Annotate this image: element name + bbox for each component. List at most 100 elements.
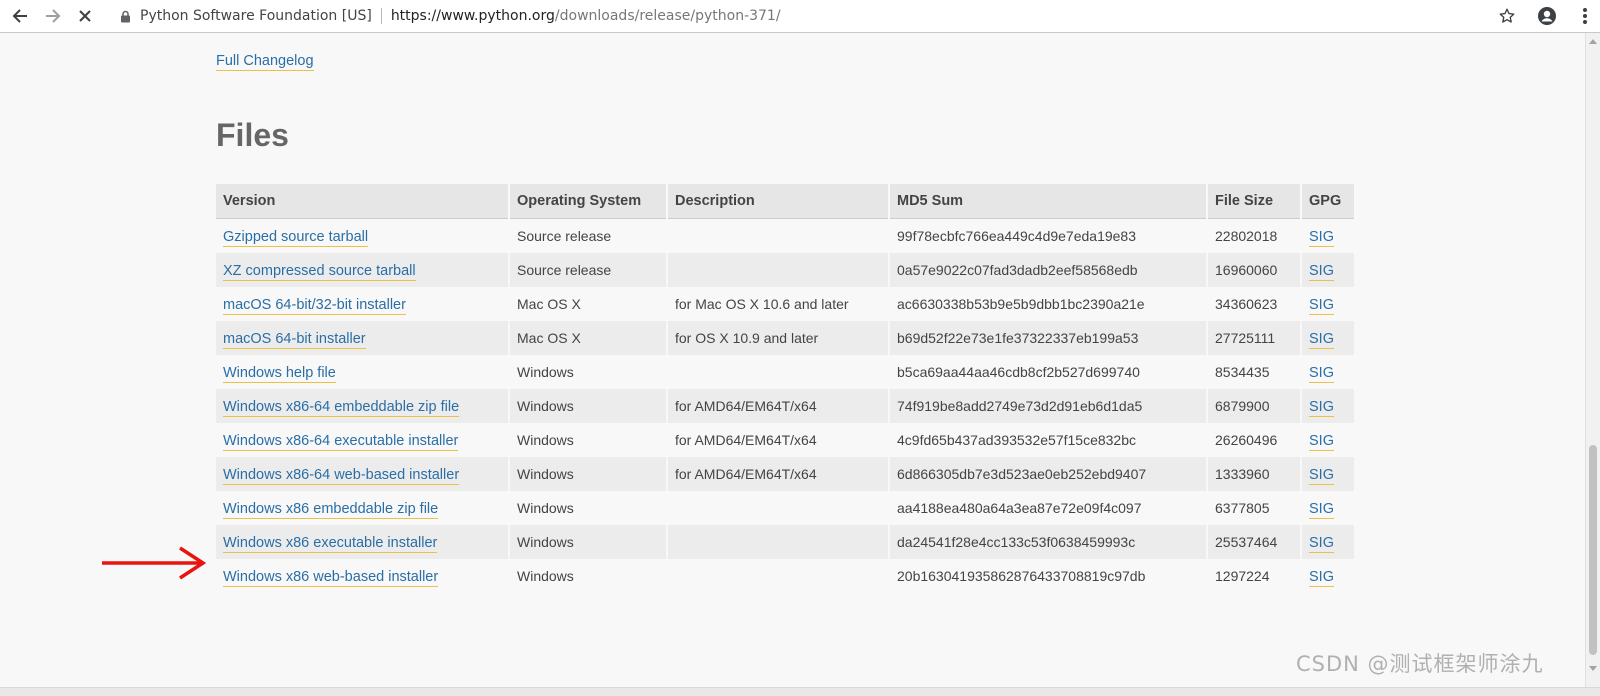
bookmark-star-button[interactable] [1496, 5, 1518, 27]
column-header-md5: MD5 Sum [890, 184, 1206, 219]
md5-cell: aa4188ea480a64a3ea87e72e09f4c097 [890, 491, 1206, 525]
description-cell [668, 525, 888, 559]
os-cell: Windows [510, 491, 666, 525]
md5-cell: b5ca69aa44aa46cdb8cf2b527d699740 [890, 355, 1206, 389]
file-size-cell: 27725111 [1208, 321, 1300, 355]
md5-cell: 0a57e9022c07fad3dadb2eef58568edb [890, 253, 1206, 287]
back-button[interactable] [9, 5, 31, 27]
gpg-sig-link[interactable]: SIG [1309, 296, 1334, 315]
os-cell: Windows [510, 389, 666, 423]
table-row: Windows x86 embeddable zip file Windows aa… [216, 491, 1354, 525]
download-link[interactable]: Windows x86-64 executable installer [223, 432, 459, 451]
url-host: https://www.python.org [390, 8, 555, 24]
os-cell: Mac OS X [510, 287, 666, 321]
description-cell [668, 491, 888, 525]
version-cell: Windows x86 web-based installer [216, 559, 508, 593]
gpg-sig-link[interactable]: SIG [1309, 568, 1334, 587]
download-link[interactable]: Windows x86-64 embeddable zip file [223, 398, 460, 417]
page-content: Full Changelog Files Version Operating S… [0, 33, 1585, 695]
version-cell: Gzipped source tarball [216, 219, 508, 253]
md5-cell: 99f78ecbfc766ea449c4d9e7eda19e83 [890, 219, 1206, 253]
md5-cell: da24541f28e4cc133c53f0638459993c [890, 525, 1206, 559]
version-cell: Windows help file [216, 355, 508, 389]
address-bar[interactable]: Python Software Foundation [US] https://… [110, 3, 1470, 29]
download-link[interactable]: XZ compressed source tarball [223, 262, 416, 281]
file-size-cell: 34360623 [1208, 287, 1300, 321]
browser-menu-button[interactable] [1574, 5, 1596, 27]
scroll-down-arrow[interactable] [1589, 666, 1597, 671]
gpg-sig-link[interactable]: SIG [1309, 500, 1334, 519]
description-cell [668, 355, 888, 389]
url-path: /downloads/release/python-371/ [554, 8, 781, 24]
gpg-cell: SIG [1302, 559, 1354, 593]
download-link[interactable]: macOS 64-bit/32-bit installer [223, 296, 406, 315]
download-link[interactable]: Gzipped source tarball [223, 228, 369, 247]
md5-cell: 20b163041935862876433708819c97db [890, 559, 1206, 593]
gpg-sig-link[interactable]: SIG [1309, 228, 1334, 247]
file-size-cell: 6377805 [1208, 491, 1300, 525]
md5-cell: 4c9fd65b437ad393532e57f15ce832bc [890, 423, 1206, 457]
download-link[interactable]: Windows x86 web-based installer [223, 568, 439, 587]
scroll-up-arrow[interactable] [1589, 39, 1597, 44]
description-cell: for Mac OS X 10.6 and later [668, 287, 888, 321]
browser-toolbar: Python Software Foundation [US] https://… [0, 0, 1600, 33]
version-cell: Windows x86-64 embeddable zip file [216, 389, 508, 423]
more-vertical-icon [1583, 8, 1587, 24]
file-size-cell: 16960060 [1208, 253, 1300, 287]
gpg-sig-link[interactable]: SIG [1309, 398, 1334, 417]
gpg-cell: SIG [1302, 525, 1354, 559]
gpg-cell: SIG [1302, 355, 1354, 389]
version-cell: Windows x86 executable installer [216, 525, 508, 559]
red-arrow-annotation [102, 546, 207, 580]
gpg-sig-link[interactable]: SIG [1309, 330, 1334, 349]
file-size-cell: 22802018 [1208, 219, 1300, 253]
version-cell: macOS 64-bit/32-bit installer [216, 287, 508, 321]
files-heading: Files [216, 117, 289, 153]
scrollbar-thumb[interactable] [1589, 445, 1597, 655]
full-changelog-link[interactable]: Full Changelog [216, 53, 314, 71]
download-link[interactable]: Windows x86-64 web-based installer [223, 466, 460, 485]
forward-button[interactable] [42, 5, 64, 27]
description-cell [668, 559, 888, 593]
description-cell: for AMD64/EM64T/x64 [668, 457, 888, 491]
description-cell [668, 219, 888, 253]
gpg-sig-link[interactable]: SIG [1309, 262, 1334, 281]
table-row: Windows help file Windows b5ca69aa44aa46cd… [216, 355, 1354, 389]
vertical-scrollbar[interactable] [1585, 33, 1600, 695]
os-cell: Windows [510, 457, 666, 491]
file-size-cell: 25537464 [1208, 525, 1300, 559]
stop-loading-button[interactable] [74, 5, 96, 27]
account-button[interactable] [1536, 5, 1558, 27]
site-identity: Python Software Foundation [US] [140, 8, 372, 24]
download-link[interactable]: Windows help file [223, 364, 336, 383]
gpg-sig-link[interactable]: SIG [1309, 534, 1334, 553]
files-table: Version Operating System Description MD5… [214, 184, 1356, 593]
table-row: XZ compressed source tarball Source relea… [216, 253, 1354, 287]
file-size-cell: 26260496 [1208, 423, 1300, 457]
gpg-sig-link[interactable]: SIG [1309, 466, 1334, 485]
gpg-cell: SIG [1302, 423, 1354, 457]
gpg-sig-link[interactable]: SIG [1309, 432, 1334, 451]
description-cell: for AMD64/EM64T/x64 [668, 389, 888, 423]
description-cell [668, 253, 888, 287]
download-link[interactable]: macOS 64-bit installer [223, 330, 366, 349]
watermark-text: CSDN @测试框架师涂九 [1296, 652, 1544, 676]
description-cell: for AMD64/EM64T/x64 [668, 423, 888, 457]
os-cell: Windows [510, 559, 666, 593]
gpg-cell: SIG [1302, 287, 1354, 321]
version-cell: Windows x86-64 executable installer [216, 423, 508, 457]
arrow-left-icon [12, 9, 27, 23]
download-link[interactable]: Windows x86 executable installer [223, 534, 438, 553]
gpg-sig-link[interactable]: SIG [1309, 364, 1334, 383]
md5-cell: 6d866305db7e3d523ae0eb252ebd9407 [890, 457, 1206, 491]
download-link[interactable]: Windows x86 embeddable zip file [223, 500, 439, 519]
account-icon [1538, 7, 1556, 25]
table-row: Windows x86 web-based installer Windows 20… [216, 559, 1354, 593]
os-cell: Source release [510, 219, 666, 253]
version-cell: XZ compressed source tarball [216, 253, 508, 287]
md5-cell: b69d52f22e73e1fe37322337eb199a53 [890, 321, 1206, 355]
md5-cell: 74f919be8add2749e73d2d91eb6d1da5 [890, 389, 1206, 423]
arrow-right-icon [46, 9, 61, 23]
gpg-cell: SIG [1302, 219, 1354, 253]
os-cell: Windows [510, 355, 666, 389]
